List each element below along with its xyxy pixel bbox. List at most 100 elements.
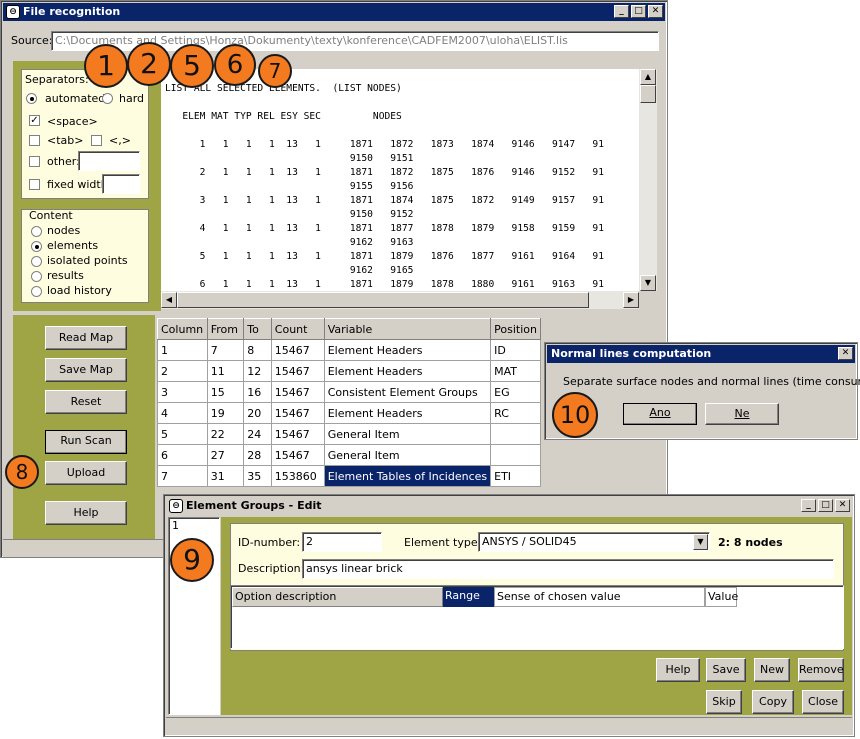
table-cell[interactable]: Element Headers <box>323 360 492 382</box>
table-cell[interactable]: EG <box>490 381 541 403</box>
table-cell[interactable]: 153860 <box>270 465 325 487</box>
table-cell[interactable]: 27 <box>206 444 245 466</box>
table-cell[interactable]: 16 <box>243 381 272 403</box>
table-cell[interactable]: 35 <box>243 465 272 487</box>
no-button[interactable]: Ne <box>705 403 779 425</box>
content-radio[interactable] <box>31 241 42 252</box>
scroll-up-arrow-icon[interactable]: ▲ <box>640 69 656 85</box>
content-radio[interactable] <box>31 271 42 282</box>
eg-remove-button[interactable]: Remove <box>798 658 844 682</box>
table-cell[interactable]: 19 <box>206 402 245 424</box>
eg-save-button[interactable]: Save <box>706 658 746 682</box>
header-cell[interactable]: From <box>206 318 245 340</box>
table-cell[interactable]: 15467 <box>270 402 325 424</box>
table-cell[interactable]: 6 <box>157 444 208 466</box>
table-row[interactable]: 1 7 8 15467 Element Headers ID <box>157 339 541 361</box>
scroll-down-arrow-icon[interactable]: ▼ <box>640 275 656 291</box>
close-icon[interactable]: ✕ <box>838 347 853 360</box>
table-cell[interactable]: 20 <box>243 402 272 424</box>
scroll-right-arrow-icon[interactable]: ▶ <box>623 292 639 308</box>
table-cell[interactable]: 4 <box>157 402 208 424</box>
content-radio[interactable] <box>31 226 42 237</box>
maximize-icon[interactable]: □ <box>818 499 833 512</box>
checkbox-comma[interactable] <box>91 135 102 146</box>
file-recognition-titlebar[interactable]: ⊖ File recognition _ □ ✕ <box>3 3 665 21</box>
close-icon[interactable]: ✕ <box>648 5 663 18</box>
table-cell[interactable]: General Item <box>323 423 492 445</box>
header-cell[interactable]: Variable <box>323 318 492 340</box>
table-row[interactable]: 6 27 28 15467 General Item <box>157 444 541 466</box>
grid-header-range[interactable]: Range <box>443 587 494 607</box>
table-cell[interactable]: Element Headers <box>323 339 492 361</box>
help-button[interactable]: Help <box>45 501 127 525</box>
grid-header-sense[interactable]: Sense of chosen value <box>494 587 705 607</box>
table-cell[interactable]: 15467 <box>270 444 325 466</box>
table-cell[interactable]: 1 <box>157 339 208 361</box>
table-cell[interactable]: 31 <box>206 465 245 487</box>
table-cell[interactable]: 11 <box>206 360 245 382</box>
horizontal-scroll-thumb[interactable] <box>177 292 589 308</box>
table-row[interactable]: 7 31 35 153860 Element Tables of Incidences E… <box>157 465 541 487</box>
eg-close-button[interactable]: Close <box>802 690 844 714</box>
listing-horizontal-scrollbar[interactable]: ◀ ▶ <box>161 291 639 309</box>
checkbox-tab[interactable] <box>29 135 40 146</box>
table-cell[interactable]: ETI <box>490 465 541 487</box>
table-cell[interactable]: 2 <box>157 360 208 382</box>
table-row[interactable]: 5 22 24 15467 General Item <box>157 423 541 445</box>
save-map-button[interactable]: Save Map <box>45 358 127 382</box>
table-cell[interactable]: 24 <box>243 423 272 445</box>
read-map-button[interactable]: Read Map <box>45 326 127 350</box>
table-cell[interactable]: 28 <box>243 444 272 466</box>
table-cell[interactable]: MAT <box>490 360 541 382</box>
header-cell[interactable]: Count <box>270 318 325 340</box>
table-row[interactable]: 4 19 20 15467 Element Headers RC <box>157 402 541 424</box>
close-icon[interactable]: ✕ <box>835 499 850 512</box>
description-input[interactable]: ansys linear brick <box>302 559 834 579</box>
table-cell[interactable]: Element Headers <box>323 402 492 424</box>
table-cell[interactable]: 8 <box>243 339 272 361</box>
table-cell[interactable]: ID <box>490 339 541 361</box>
table-cell[interactable]: RC <box>490 402 541 424</box>
checkbox-fixed-width[interactable] <box>29 179 40 190</box>
table-cell[interactable]: 7 <box>206 339 245 361</box>
reset-button[interactable]: Reset <box>45 390 127 414</box>
table-cell[interactable]: 22 <box>206 423 245 445</box>
element-groups-titlebar[interactable]: ⊖ Element Groups - Edit _ □ ✕ <box>166 497 852 515</box>
eg-skip-button[interactable]: Skip <box>706 690 742 714</box>
table-cell[interactable]: Consistent Element Groups <box>323 381 492 403</box>
table-cell[interactable]: Element Tables of Incidences <box>323 465 492 487</box>
content-radio[interactable] <box>31 256 42 267</box>
table-row[interactable]: 3 15 16 15467 Consistent Element Groups EG <box>157 381 541 403</box>
minimize-icon[interactable]: _ <box>614 5 629 18</box>
upload-button[interactable]: Upload <box>45 461 127 485</box>
header-cell[interactable]: Column <box>157 318 208 340</box>
id-number-input[interactable]: 2 <box>302 532 382 552</box>
maximize-icon[interactable]: □ <box>631 5 646 18</box>
grid-header-option[interactable]: Option description <box>232 587 443 607</box>
scroll-left-arrow-icon[interactable]: ◀ <box>161 292 177 308</box>
header-cell[interactable]: Position <box>490 318 541 340</box>
radio-automated[interactable] <box>26 93 37 104</box>
vertical-scroll-thumb[interactable] <box>640 85 656 103</box>
table-cell[interactable]: 15467 <box>270 381 325 403</box>
other-input[interactable] <box>78 151 140 171</box>
table-cell[interactable]: 15467 <box>270 360 325 382</box>
table-cell[interactable] <box>490 423 541 445</box>
yes-button[interactable]: Ano <box>623 403 697 425</box>
content-radio[interactable] <box>31 286 42 297</box>
table-cell[interactable]: General Item <box>323 444 492 466</box>
eg-help-button[interactable]: Help <box>656 658 700 682</box>
table-cell[interactable]: 5 <box>157 423 208 445</box>
table-cell[interactable]: 15467 <box>270 423 325 445</box>
run-scan-button[interactable]: Run Scan <box>45 430 127 454</box>
table-cell[interactable]: 15 <box>206 381 245 403</box>
grid-header-value[interactable]: Value <box>705 587 738 607</box>
table-row[interactable]: 2 11 12 15467 Element Headers MAT <box>157 360 541 382</box>
header-cell[interactable]: To <box>243 318 272 340</box>
eg-copy-button[interactable]: Copy <box>752 690 794 714</box>
element-type-select[interactable]: ANSYS / SOLID45 ▼ <box>478 532 710 552</box>
checkbox-other[interactable] <box>29 156 40 167</box>
radio-hard[interactable] <box>102 93 113 104</box>
checkbox-space[interactable]: ✓ <box>29 115 40 126</box>
fixed-width-input[interactable] <box>102 174 140 194</box>
